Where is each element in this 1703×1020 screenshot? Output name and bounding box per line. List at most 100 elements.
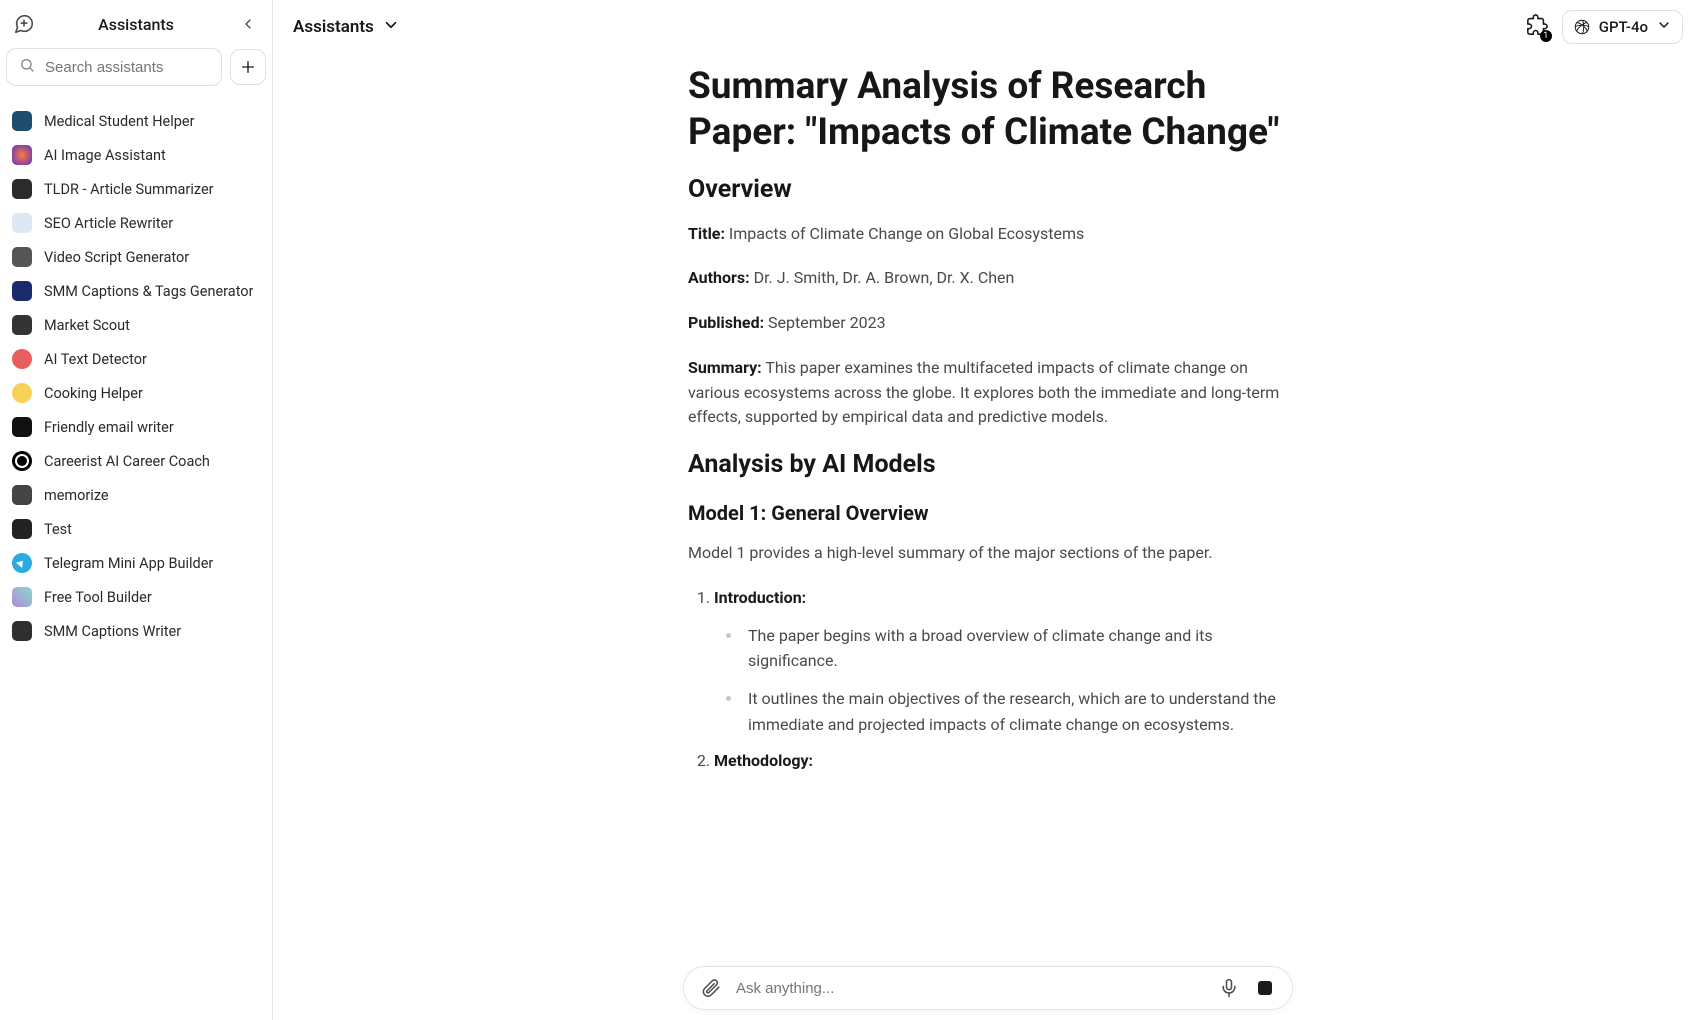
content-scroll[interactable]: Summary Analysis of Research Paper: "Imp… (273, 54, 1703, 1020)
field-label: Summary: (688, 358, 762, 377)
bullet-item: The paper begins with a broad overview o… (744, 623, 1288, 674)
assistant-avatar-icon (12, 281, 32, 301)
sidebar-item-label: Careerist AI Career Coach (44, 453, 210, 470)
sidebar-item-label: memorize (44, 487, 109, 504)
model1-heading: Model 1: General Overview (688, 501, 1288, 525)
sidebar-item-label: Video Script Generator (44, 249, 189, 266)
overview-authors-row: Authors: Dr. J. Smith, Dr. A. Brown, Dr.… (688, 266, 1288, 291)
model-label: GPT-4o (1599, 18, 1648, 36)
main: Assistants 1 GPT-4o Summary Analysis of … (273, 0, 1703, 1020)
sublist: The paper begins with a broad overview o… (714, 623, 1288, 737)
stop-icon (1258, 981, 1272, 995)
overview-published-row: Published: September 2023 (688, 311, 1288, 336)
assistant-avatar-icon (12, 587, 32, 607)
sidebar-title: Assistants (44, 15, 228, 34)
topbar: Assistants 1 GPT-4o (273, 0, 1703, 54)
overview-summary-row: Summary: This paper examines the multifa… (688, 356, 1288, 430)
sidebar-item-label: Test (44, 521, 72, 538)
assistant-avatar-icon (12, 451, 32, 471)
sidebar-item-free-tool-builder[interactable]: Free Tool Builder (6, 580, 266, 614)
field-label: Authors: (688, 268, 750, 287)
sidebar-item-label: Medical Student Helper (44, 113, 195, 130)
assistant-avatar-icon (12, 519, 32, 539)
assistant-avatar-icon (12, 349, 32, 369)
sidebar-header: Assistants (0, 8, 272, 48)
bullet-item: It outlines the main objectives of the r… (744, 686, 1288, 737)
search-input[interactable] (45, 59, 209, 76)
model1-sections-list: Introduction: The paper begins with a br… (688, 586, 1288, 774)
analysis-heading: Analysis by AI Models (688, 450, 1288, 479)
sidebar-item-video-script-generator[interactable]: Video Script Generator (6, 240, 266, 274)
sidebar-item-careerist-ai-career-coach[interactable]: Careerist AI Career Coach (6, 444, 266, 478)
list-item: Introduction: The paper begins with a br… (714, 586, 1288, 737)
collapse-sidebar-icon[interactable] (236, 12, 260, 36)
stop-button[interactable] (1254, 977, 1276, 999)
sidebar-item-telegram-mini-app-builder[interactable]: Telegram Mini App Builder (6, 546, 266, 580)
search-row (0, 48, 272, 96)
add-assistant-button[interactable] (230, 49, 266, 85)
field-value: September 2023 (764, 313, 886, 332)
sidebar-item-friendly-email-writer[interactable]: Friendly email writer (6, 410, 266, 444)
conversation-dropdown[interactable]: Assistants (293, 16, 400, 38)
attach-button[interactable] (700, 977, 722, 999)
assistant-avatar-icon (12, 553, 32, 573)
sidebar-item-ai-text-detector[interactable]: AI Text Detector (6, 342, 266, 376)
assistant-avatar-icon (12, 179, 32, 199)
sidebar-item-seo-article-rewriter[interactable]: SEO Article Rewriter (6, 206, 266, 240)
sidebar-item-cooking-helper[interactable]: Cooking Helper (6, 376, 266, 410)
model-selector[interactable]: GPT-4o (1562, 10, 1683, 44)
sidebar-item-label: Telegram Mini App Builder (44, 555, 213, 572)
list-item: Methodology: (714, 749, 1288, 774)
field-label: Title: (688, 224, 725, 243)
assistant-avatar-icon (12, 247, 32, 267)
overview-heading: Overview (688, 175, 1288, 204)
assistant-avatar-icon (12, 315, 32, 335)
list-item-title: Methodology: (714, 751, 813, 770)
assistant-avatar-icon (12, 417, 32, 437)
conversation-title: Assistants (293, 17, 374, 37)
sidebar-item-ai-image-assistant[interactable]: AI Image Assistant (6, 138, 266, 172)
field-value: This paper examines the multifaceted imp… (688, 358, 1279, 427)
sidebar-item-market-scout[interactable]: Market Scout (6, 308, 266, 342)
message-content: Summary Analysis of Research Paper: "Imp… (688, 54, 1288, 774)
sidebar-item-memorize[interactable]: memorize (6, 478, 266, 512)
field-value: Impacts of Climate Change on Global Ecos… (725, 224, 1084, 243)
overview-title-row: Title: Impacts of Climate Change on Glob… (688, 222, 1288, 247)
extensions-button[interactable]: 1 (1524, 14, 1550, 40)
sidebar-item-label: Market Scout (44, 317, 130, 334)
sidebar-item-tldr-article-summarizer[interactable]: TLDR - Article Summarizer (6, 172, 266, 206)
extensions-badge: 1 (1540, 30, 1552, 42)
assistant-avatar-icon (12, 213, 32, 233)
sidebar-item-test[interactable]: Test (6, 512, 266, 546)
assistant-avatar-icon (12, 485, 32, 505)
sidebar-item-label: SMM Captions & Tags Generator (44, 283, 253, 300)
sidebar-item-label: AI Image Assistant (44, 147, 166, 164)
assistant-avatar-icon (12, 111, 32, 131)
search-icon (19, 57, 35, 77)
chat-input-bar (683, 966, 1293, 1010)
sidebar-item-label: Cooking Helper (44, 385, 143, 402)
sidebar-item-smm-captions-writer[interactable]: SMM Captions Writer (6, 614, 266, 648)
sidebar-item-medical-student-helper[interactable]: Medical Student Helper (6, 104, 266, 138)
sidebar-item-label: SMM Captions Writer (44, 623, 181, 640)
doc-title: Summary Analysis of Research Paper: "Imp… (688, 64, 1288, 157)
new-chat-icon[interactable] (12, 12, 36, 36)
field-value: Dr. J. Smith, Dr. A. Brown, Dr. X. Chen (750, 268, 1015, 287)
search-box[interactable] (6, 48, 222, 86)
sidebar-item-label: TLDR - Article Summarizer (44, 181, 214, 198)
sidebar-item-label: SEO Article Rewriter (44, 215, 173, 232)
list-item-title: Introduction: (714, 588, 806, 607)
assistant-avatar-icon (12, 383, 32, 403)
chat-input[interactable] (736, 980, 1204, 997)
chevron-down-icon (382, 16, 400, 38)
sidebar-item-label: Friendly email writer (44, 419, 174, 436)
mic-button[interactable] (1218, 977, 1240, 999)
sidebar-item-label: AI Text Detector (44, 351, 147, 368)
openai-icon (1573, 18, 1591, 36)
assistant-avatar-icon (12, 621, 32, 641)
field-label: Published: (688, 313, 764, 332)
sidebar-item-label: Free Tool Builder (44, 589, 152, 606)
sidebar-item-smm-captions-tags-generator[interactable]: SMM Captions & Tags Generator (6, 274, 266, 308)
model1-intro: Model 1 provides a high-level summary of… (688, 541, 1288, 566)
chevron-down-icon (1656, 17, 1672, 37)
